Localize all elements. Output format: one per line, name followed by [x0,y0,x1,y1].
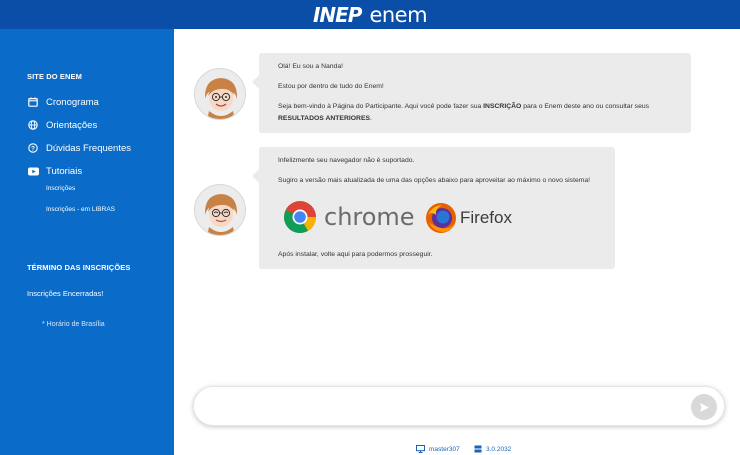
sidebar-heading: SITE DO ENEM [27,72,82,81]
firefox-label: Firefox [460,208,512,227]
firefox-icon [426,203,456,233]
machine-name: master307 [429,445,460,453]
sidebar-item-duvidas[interactable]: ? Dúvidas Frequentes [27,142,131,154]
calendar-icon [27,96,39,108]
version-number: 3.0.2032 [486,445,512,453]
inep-logo: INEP [312,2,362,27]
enem-logo: enem [369,2,428,27]
footer-machine: master307 [416,445,460,453]
globe-icon [27,119,39,131]
send-button[interactable] [691,394,717,420]
message-line: Após instalar, volte aqui para podermos … [278,251,433,258]
chrome-download-link[interactable]: chrome [283,200,415,234]
chat-input-bar [193,386,725,426]
sidebar-item-cronograma[interactable]: Cronograma [27,96,99,108]
sidebar-item-label: Tutoriais [46,165,83,177]
chat-message-browser: Infelizmente seu navegador não é suporta… [252,147,615,269]
sidebar-item-label: Cronograma [46,96,99,108]
top-bar: INEP enem [0,0,740,29]
footer-version: 3.0.2032 [474,445,511,453]
chrome-label: chrome [324,203,415,231]
send-icon [699,402,709,412]
sidebar-item-label: Dúvidas Frequentes [46,142,132,154]
nanda-avatar [194,184,246,236]
chrome-icon [284,201,317,234]
sidebar-item-orientacoes[interactable]: Orientações [27,119,97,131]
sidebar-item-tutoriais[interactable]: Tutoriais [27,165,82,177]
message-line: Olá! Eu sou a Nanda! [278,63,343,70]
svg-text:?: ? [31,146,35,153]
youtube-icon [27,165,39,177]
message-line: RESULTADOS ANTERIORES. [278,115,372,122]
sidebar: SITE DO ENEM Cronograma Orientações ? Dú… [0,29,174,455]
server-icon [474,445,482,453]
sidebar-item-label: Orientações [46,119,98,131]
message-line: Seja bem-vindo à Página do Participante.… [278,103,650,110]
chat-message-welcome: Olá! Eu sou a Nanda! Estou por dentro de… [252,53,691,133]
sidebar-subitem-inscricoes[interactable]: Inscrições [46,185,75,192]
monitor-icon [416,445,425,453]
message-line: Sugiro a versão mais atualizada de uma d… [278,177,591,184]
brand-logo[interactable]: INEP enem [312,2,428,27]
sidebar-subitem-inscricoes-libras[interactable]: Inscrições - em LIBRAS [46,206,115,213]
firefox-download-link[interactable]: Firefox [425,202,512,234]
nanda-avatar [194,68,246,120]
termino-status: Inscrições Encerradas! [27,289,104,298]
message-line: Infelizmente seu navegador não é suporta… [278,157,415,164]
timezone-note: * Horário de Brasília [42,321,105,328]
question-icon: ? [27,142,39,154]
message-line: Estou por dentro de tudo do Enem! [278,83,384,90]
termino-heading: TÉRMINO DAS INSCRIÇÕES [27,263,131,272]
message-input[interactable] [210,396,680,418]
